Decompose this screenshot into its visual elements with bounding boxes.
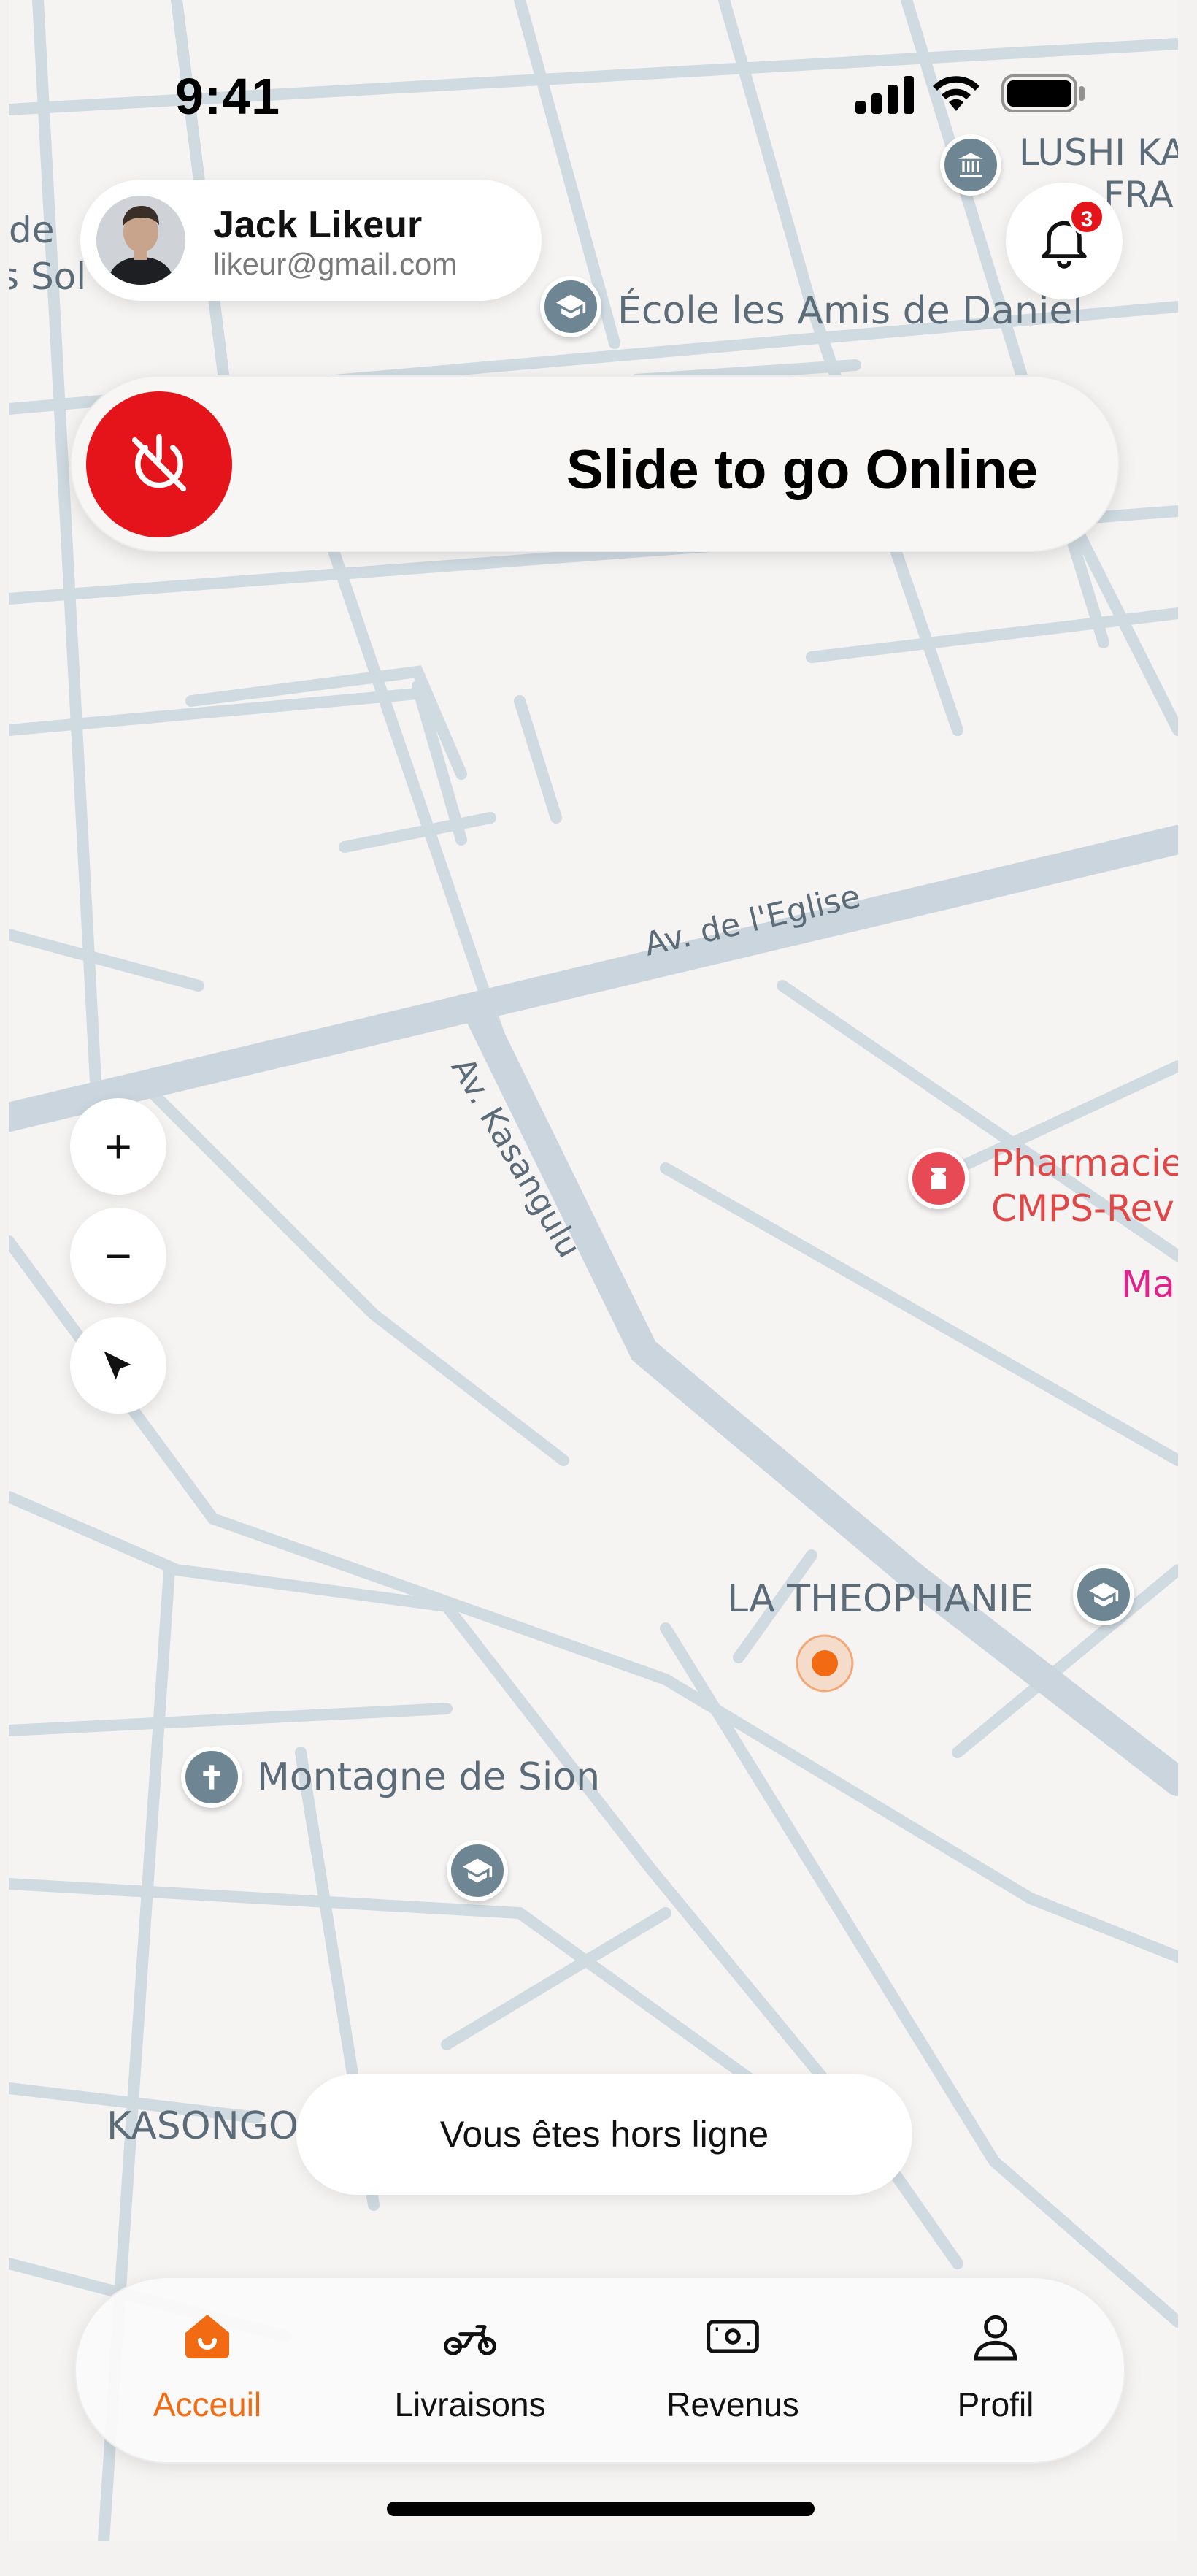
church-poi-icon[interactable]	[181, 1747, 242, 1808]
cellular-signal-icon	[855, 76, 914, 114]
offline-status-toast: Vous êtes hors ligne	[296, 2074, 912, 2195]
nav-item-home[interactable]: Acceuil	[98, 2278, 317, 2462]
zoom-in-button[interactable]: +	[70, 1098, 166, 1195]
school-poi-icon-theophanie[interactable]	[1073, 1564, 1134, 1625]
map-label-school-daniel: École les Amis de Daniel	[617, 289, 1083, 333]
map-label-pharmacy-1: Pharmacie	[991, 1142, 1178, 1184]
profile-name: Jack Likeur	[213, 204, 423, 246]
avatar[interactable]	[96, 196, 185, 285]
user-icon	[974, 2315, 1017, 2361]
status-time: 9:41	[175, 68, 281, 125]
museum-poi-icon[interactable]	[940, 134, 1001, 196]
wifi-icon	[933, 76, 979, 111]
notification-count-badge: 3	[1069, 199, 1105, 235]
map-label-pharmacy-2: CMPS-Rev	[991, 1187, 1174, 1230]
home-icon	[185, 2315, 229, 2358]
school-poi-icon[interactable]	[540, 276, 601, 337]
nav-label-profile: Profil	[957, 2385, 1034, 2423]
power-off-icon	[131, 434, 187, 492]
nav-label-deliveries: Livraisons	[394, 2385, 546, 2423]
status-bar: 9:41	[9, 0, 1178, 139]
profile-chip[interactable]: Jack Likeur likeur@gmail.com	[80, 180, 542, 301]
zoom-out-button[interactable]: −	[70, 1208, 166, 1304]
map-label-left-edge-2: s Sol	[9, 256, 87, 298]
map-label-poi-top-right-2: FRA	[1104, 174, 1174, 216]
home-indicator[interactable]	[387, 2502, 815, 2516]
map-label-kasongo: KASONGO	[107, 2104, 299, 2148]
go-online-slider[interactable]: Slide to go Online	[70, 375, 1120, 552]
minus-icon: −	[104, 1230, 132, 1282]
slider-label: Slide to go Online	[566, 439, 1038, 501]
school-poi-icon-lower[interactable]	[447, 1840, 508, 1901]
map-label-left-edge-1: de	[9, 209, 55, 251]
pharmacy-poi-icon[interactable]	[908, 1148, 969, 1209]
nav-label-earnings: Revenus	[666, 2385, 799, 2423]
map-label-theophanie: LA THEOPHANIE	[727, 1577, 1034, 1621]
nav-label-home: Acceuil	[153, 2385, 262, 2423]
motorbike-icon	[444, 2325, 496, 2355]
map-label-montagne: Montagne de Sion	[257, 1755, 601, 1799]
recenter-button[interactable]	[70, 1317, 166, 1414]
nav-item-earnings[interactable]: Revenus	[623, 2278, 842, 2462]
navigation-arrow-icon	[104, 1351, 131, 1380]
battery-icon	[1001, 74, 1085, 112]
map-label-pink: Ma	[1121, 1263, 1175, 1306]
nav-item-deliveries[interactable]: Livraisons	[361, 2278, 580, 2462]
app-screen: LUSHI KA FRA École les Amis de Daniel de…	[9, 0, 1178, 2541]
slider-knob[interactable]	[86, 391, 232, 537]
plus-icon: +	[104, 1120, 132, 1173]
bottom-navigation: Acceuil Livraisons Revenus Profil	[74, 2277, 1125, 2464]
nav-item-profile[interactable]: Profil	[886, 2278, 1105, 2462]
current-location-marker	[796, 1634, 854, 1693]
profile-email: likeur@gmail.com	[213, 247, 458, 281]
money-icon	[707, 2320, 759, 2353]
notifications-button[interactable]: 3	[1006, 183, 1123, 299]
